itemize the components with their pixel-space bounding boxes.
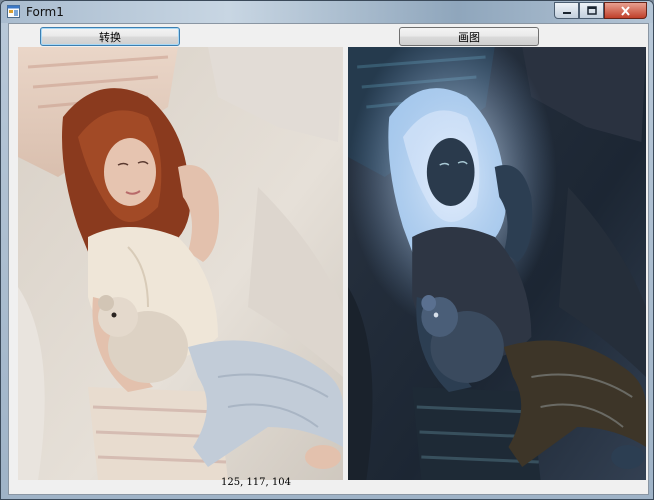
window-controls bbox=[554, 2, 647, 19]
original-image bbox=[18, 47, 343, 480]
minimize-button[interactable] bbox=[554, 2, 579, 19]
draw-button[interactable]: 画图 bbox=[399, 27, 539, 46]
minimize-icon bbox=[562, 11, 571, 14]
maximize-icon bbox=[586, 6, 597, 15]
app-window: Form1 转换 画图 125, 117, 104 bbox=[0, 0, 654, 500]
window-title: Form1 bbox=[26, 5, 64, 19]
maximize-button[interactable] bbox=[579, 2, 604, 19]
form-client-area: 转换 画图 125, 117, 104 bbox=[8, 23, 649, 495]
inverted-image bbox=[348, 47, 646, 480]
close-button[interactable] bbox=[604, 2, 647, 19]
app-icon bbox=[7, 5, 20, 18]
convert-button[interactable]: 转换 bbox=[40, 27, 180, 46]
title-bar[interactable]: Form1 bbox=[1, 1, 653, 23]
close-icon bbox=[621, 5, 630, 16]
pixel-rgb-readout: 125, 117, 104 bbox=[221, 477, 291, 488]
